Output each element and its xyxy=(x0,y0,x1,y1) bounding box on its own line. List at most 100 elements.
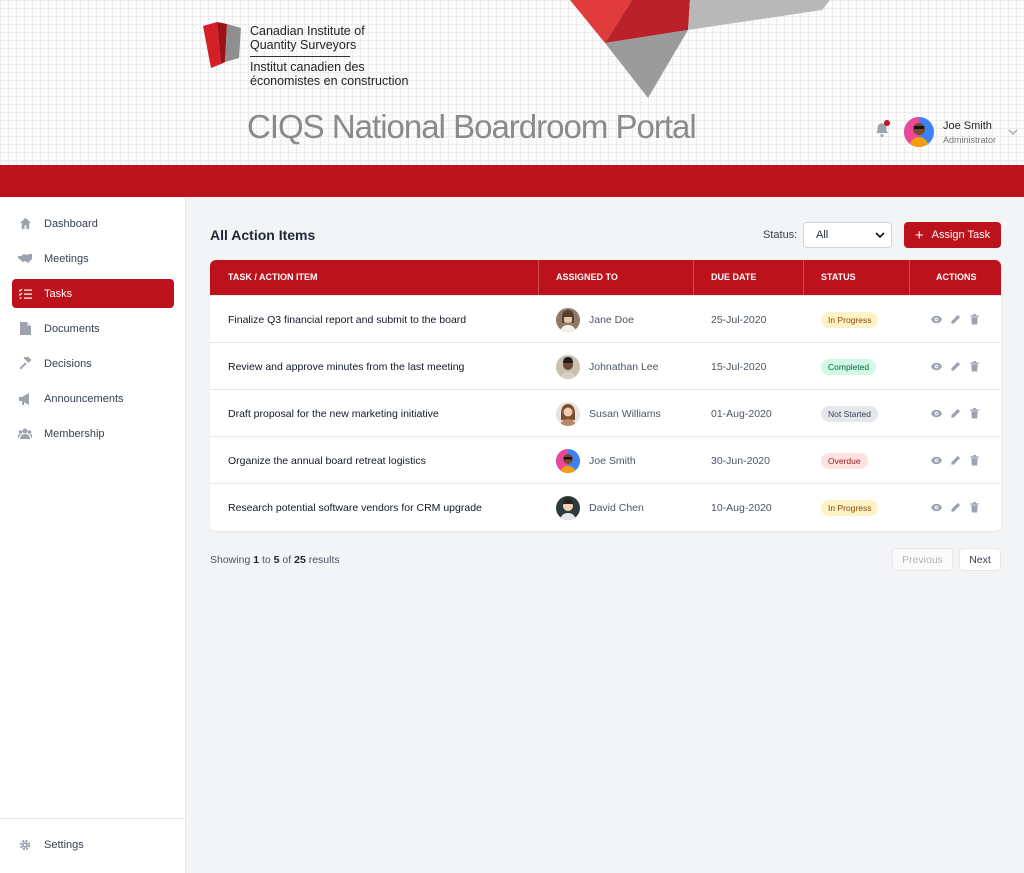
org-name-fr-line2: économistes en construction xyxy=(250,74,409,88)
org-name-fr-line1: Institut canadien des xyxy=(250,60,365,74)
sidebar-item-decisions[interactable]: Decisions xyxy=(12,349,174,378)
chevron-down-icon xyxy=(875,232,885,239)
assign-task-button[interactable]: + Assign Task xyxy=(904,222,1001,248)
next-page-button[interactable]: Next xyxy=(959,548,1001,571)
pencil-icon[interactable] xyxy=(950,361,961,372)
table-row: Organize the annual board retreat logist… xyxy=(210,436,1001,483)
eye-icon[interactable] xyxy=(931,408,942,419)
gear-icon xyxy=(18,838,32,852)
chevron-down-icon[interactable] xyxy=(1008,128,1018,136)
eye-icon[interactable] xyxy=(931,361,942,372)
due-date: 15-Jul-2020 xyxy=(711,360,767,373)
pagination-from: 1 xyxy=(253,554,260,566)
status-cell: Not Started xyxy=(821,390,878,437)
pagination-summary: Showing 1 to 5 of 25 results xyxy=(210,554,340,566)
trash-icon[interactable] xyxy=(969,502,980,513)
pagination-to: 5 xyxy=(273,554,280,566)
megaphone-icon xyxy=(18,392,32,406)
document-icon xyxy=(18,322,32,336)
tasks-icon xyxy=(18,287,32,301)
row-actions xyxy=(931,484,988,531)
due-date: 30-Jun-2020 xyxy=(711,454,770,467)
portal-header: Canadian Institute of Quantity Surveyors… xyxy=(0,0,1024,165)
pagination-total: 25 xyxy=(294,554,306,566)
avatar xyxy=(556,307,580,332)
status-cell: In Progress xyxy=(821,484,879,531)
row-actions xyxy=(931,296,988,343)
due-date: 01-Aug-2020 xyxy=(711,407,772,420)
assignee-name: David Chen xyxy=(589,501,644,514)
task-title[interactable]: Review and approve minutes from the last… xyxy=(228,343,464,390)
sidebar-item-label: Settings xyxy=(44,838,84,851)
notification-dot xyxy=(884,120,890,126)
pagination-to-word: to xyxy=(261,554,271,566)
table-header: TASK / ACTION ITEM ASSIGNED TO DUE DATE … xyxy=(210,260,1001,295)
avatar xyxy=(556,401,580,426)
eye-icon[interactable] xyxy=(931,314,942,325)
sidebar-item-label: Decisions xyxy=(44,357,92,370)
header-red-band xyxy=(0,165,1024,197)
column-header-actions: ACTIONS xyxy=(936,272,977,282)
due-date: 25-Jul-2020 xyxy=(711,313,767,326)
due-date: 10-Aug-2020 xyxy=(711,501,772,514)
plus-icon: + xyxy=(914,226,924,244)
sidebar-divider xyxy=(0,818,185,819)
eye-icon[interactable] xyxy=(931,502,942,513)
column-divider xyxy=(909,260,910,295)
organization-name: Canadian Institute of Quantity Surveyors… xyxy=(250,24,408,88)
assignee: Johnathan Lee xyxy=(556,343,658,390)
previous-page-button[interactable]: Previous xyxy=(892,548,953,571)
status-filter-value: All xyxy=(816,229,829,241)
column-divider xyxy=(803,260,804,295)
sidebar-item-meetings[interactable]: Meetings xyxy=(12,244,174,273)
eye-icon[interactable] xyxy=(931,455,942,466)
status-filter-select[interactable]: All xyxy=(803,222,892,248)
trash-icon[interactable] xyxy=(969,455,980,466)
assignee-name: Joe Smith xyxy=(589,454,636,467)
row-actions xyxy=(931,343,988,390)
column-divider xyxy=(538,260,539,295)
pencil-icon[interactable] xyxy=(950,408,961,419)
user-name[interactable]: Joe Smith xyxy=(943,120,992,132)
sidebar-item-announcements[interactable]: Announcements xyxy=(12,384,174,413)
logo-divider xyxy=(250,56,350,57)
status-cell: Overdue xyxy=(821,437,868,484)
sidebar-item-label: Dashboard xyxy=(44,217,98,230)
column-header-due: DUE DATE xyxy=(711,272,757,282)
task-title[interactable]: Research potential software vendors for … xyxy=(228,484,482,531)
sidebar-item-documents[interactable]: Documents xyxy=(12,314,174,343)
sidebar-item-label: Membership xyxy=(44,427,105,440)
table-row: Draft proposal for the new marketing ini… xyxy=(210,389,1001,436)
assignee-name: Jane Doe xyxy=(589,313,634,326)
assignee: David Chen xyxy=(556,484,644,531)
pencil-icon[interactable] xyxy=(950,455,961,466)
assignee-name: Susan Williams xyxy=(589,407,661,420)
trash-icon[interactable] xyxy=(969,361,980,372)
sidebar-item-dashboard[interactable]: Dashboard xyxy=(12,209,174,238)
ciqs-logo-icon xyxy=(203,22,241,68)
task-title[interactable]: Finalize Q3 financial report and submit … xyxy=(228,296,466,343)
task-title[interactable]: Draft proposal for the new marketing ini… xyxy=(228,390,439,437)
assignee: Joe Smith xyxy=(556,437,636,484)
sidebar-item-membership[interactable]: Membership xyxy=(12,419,174,448)
sidebar-item-tasks[interactable]: Tasks xyxy=(12,279,174,308)
assignee-name: Johnathan Lee xyxy=(589,360,659,373)
sidebar-item-label: Tasks xyxy=(44,287,73,300)
assignee: Jane Doe xyxy=(556,296,634,343)
sidebar-item-label: Announcements xyxy=(44,392,124,405)
trash-icon[interactable] xyxy=(969,408,980,419)
avatar xyxy=(556,354,580,379)
assign-task-label: Assign Task xyxy=(931,229,991,241)
pagination-results-word: results xyxy=(308,554,340,566)
column-header-status: STATUS xyxy=(821,272,856,282)
column-header-assigned: ASSIGNED TO xyxy=(556,272,618,282)
row-actions xyxy=(931,437,988,484)
avatar[interactable] xyxy=(904,117,934,147)
task-title[interactable]: Organize the annual board retreat logist… xyxy=(228,437,426,484)
pencil-icon[interactable] xyxy=(950,502,961,513)
avatar xyxy=(556,448,580,473)
org-name-en-line2: Quantity Surveyors xyxy=(250,38,357,52)
sidebar-item-settings[interactable]: Settings xyxy=(12,830,174,859)
pencil-icon[interactable] xyxy=(950,314,961,325)
trash-icon[interactable] xyxy=(969,314,980,325)
